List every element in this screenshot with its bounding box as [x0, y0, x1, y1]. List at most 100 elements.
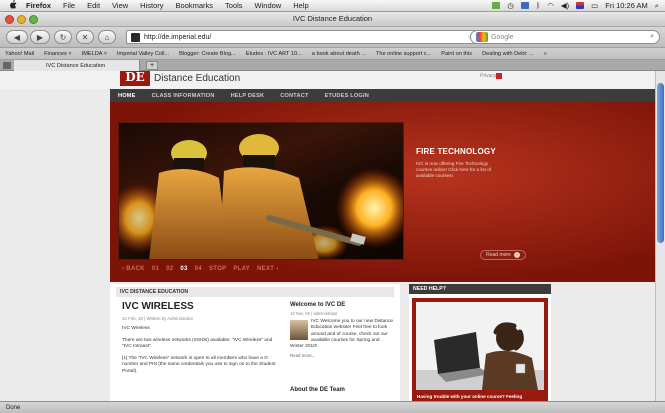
need-help-box[interactable]: Having trouble with your online course? …: [412, 298, 548, 401]
new-tab-button[interactable]: +: [146, 61, 158, 70]
slide-02-button[interactable]: 02: [166, 266, 173, 272]
welcome-thumbnail: [290, 320, 308, 340]
hero-slideshow: FIRE TECHNOLOGY IVC is now offering Fire…: [110, 102, 655, 282]
wifi-icon[interactable]: ◠: [547, 1, 554, 10]
slide-04-button[interactable]: 04: [195, 266, 202, 272]
site-logo[interactable]: DE: [120, 71, 150, 86]
status-bar: Done: [0, 401, 665, 413]
article-paragraph: IVC Wireless: [122, 326, 150, 331]
tab-label: IVC Distance Education: [46, 62, 106, 69]
nav-class-information[interactable]: CLASS INFORMATION: [152, 93, 215, 99]
navigation-toolbar: ◀ ▶ ↻ ✕ ⌂ http://de.imperial.edu/ ☆ ▾ Go…: [0, 27, 665, 48]
display-icon[interactable]: [520, 2, 529, 9]
url-text: http://de.imperial.edu/: [144, 33, 212, 41]
menu-app-firefox[interactable]: Firefox: [26, 1, 51, 10]
volume-icon[interactable]: ◀): [561, 1, 569, 10]
slide-play-button[interactable]: PLAY: [233, 266, 250, 272]
read-more-button[interactable]: Read more ›: [480, 250, 526, 260]
slide-stop-button[interactable]: STOP: [209, 266, 226, 272]
need-help-panel: NEED HELP? Having trouble with your onli…: [409, 284, 551, 401]
bookmark-item[interactable]: The online support c...: [376, 51, 431, 57]
menu-tools[interactable]: Tools: [225, 1, 243, 10]
bookmark-item[interactable]: Dealing with Debt: ...: [482, 51, 534, 57]
bookmark-folder[interactable]: Finances ˅: [44, 51, 72, 57]
menu-bookmarks[interactable]: Bookmarks: [176, 1, 214, 10]
stop-button[interactable]: ✕: [76, 30, 94, 44]
content-header: IVC DISTANCE EDUCATION: [116, 287, 394, 297]
battery-icon[interactable]: ▭: [591, 1, 598, 10]
welcome-title[interactable]: Welcome to IVC DE: [290, 302, 394, 308]
bookmark-item[interactable]: a book about death ...: [312, 51, 366, 57]
need-help-caption: Having trouble with your online course? …: [417, 394, 523, 399]
menu-file[interactable]: File: [63, 1, 75, 10]
welcome-post: Welcome to IVC DE 12 Nov, 09 | administr…: [290, 302, 394, 358]
menu-help[interactable]: Help: [293, 1, 308, 10]
forward-button[interactable]: ▶: [30, 30, 50, 44]
page-viewport: DE Distance Education Privacy HOME CLASS…: [0, 71, 655, 401]
url-bar[interactable]: http://de.imperial.edu/ ☆ ▾: [126, 30, 484, 44]
apple-menu-icon[interactable]: [6, 0, 20, 11]
menu-edit[interactable]: Edit: [87, 1, 100, 10]
input-flag-icon[interactable]: [576, 2, 585, 9]
slide-back-button[interactable]: ‹ BACK: [122, 266, 145, 272]
bluetooth-icon[interactable]: ᛒ: [536, 1, 541, 10]
bookmark-item[interactable]: Blogger: Create Blog...: [179, 51, 236, 57]
slide-03-button[interactable]: 03: [180, 266, 187, 272]
slide-next-button[interactable]: NEXT ›: [257, 266, 278, 272]
site-header: DE Distance Education Privacy: [0, 71, 655, 89]
home-button[interactable]: ⌂: [98, 30, 116, 44]
frustrated-student-photo[interactable]: [416, 302, 544, 390]
article-paragraph: [1] The "IVC Wireless" network is open t…: [122, 355, 276, 374]
bookmarks-overflow-icon[interactable]: »: [544, 51, 547, 57]
article-title[interactable]: IVC WIRELESS: [122, 301, 277, 312]
slide-01-button[interactable]: 01: [152, 266, 159, 272]
welcome-meta: 12 Nov, 09 | administrator: [290, 311, 338, 316]
bookmark-item[interactable]: Imperial Valley Coll...: [117, 51, 169, 57]
article-meta: 10 Feb, 10 | Written by Administrator: [122, 316, 194, 321]
firefighters-photo[interactable]: [118, 122, 404, 260]
site-logo-text: Distance Education: [154, 73, 241, 84]
bookmarks-toolbar: Yahoo! Mail Finances ˅ IMELDA ˅ Imperial…: [0, 48, 665, 60]
menubar-clock[interactable]: Fri 10:26 AM: [605, 1, 648, 10]
top-links: Privacy: [480, 73, 503, 79]
top-red-link[interactable]: [496, 73, 503, 79]
spotlight-icon[interactable]: ⌕: [655, 1, 659, 11]
search-placeholder: Google: [491, 33, 514, 41]
window-title: IVC Distance Education: [292, 14, 373, 23]
search-magnifier-icon[interactable]: ⌕: [650, 33, 654, 41]
search-bar[interactable]: Google ⌕: [470, 30, 660, 44]
nav-help-desk[interactable]: HELP DESK: [231, 93, 265, 99]
slide-navigation: ‹ BACK 01 02 03 04 STOP PLAY NEXT ›: [122, 266, 286, 272]
hero-description: IVC is now offering Fire Technology cour…: [416, 161, 492, 178]
hero-title[interactable]: FIRE TECHNOLOGY: [416, 147, 496, 156]
vertical-scrollbar[interactable]: [655, 71, 665, 401]
tab-list-icon[interactable]: [3, 62, 11, 69]
menu-window[interactable]: Window: [255, 1, 282, 10]
privacy-link[interactable]: Privacy: [480, 73, 496, 79]
tab-ivc-distance-education[interactable]: IVC Distance Education: [14, 60, 140, 71]
time-machine-icon[interactable]: ◷: [507, 1, 514, 10]
article-ivc-wireless: IVC WIRELESS 10 Feb, 10 | Written by Adm…: [122, 301, 277, 375]
about-team-title[interactable]: About the DE Team: [290, 387, 345, 393]
reload-button[interactable]: ↻: [54, 30, 72, 44]
nav-home[interactable]: HOME: [118, 93, 136, 99]
bookmark-folder[interactable]: IMELDA ˅: [82, 51, 107, 57]
back-button[interactable]: ◀: [6, 30, 28, 44]
bookmark-item[interactable]: Paint on this: [441, 51, 472, 57]
status-text: Done: [6, 404, 21, 411]
window-titlebar: IVC Distance Education: [0, 12, 665, 27]
nav-contact[interactable]: CONTACT: [280, 93, 308, 99]
read-more-label: Read more: [486, 252, 511, 258]
menu-history[interactable]: History: [140, 1, 163, 10]
site-nav: HOME CLASS INFORMATION HELP DESK CONTACT…: [110, 89, 655, 102]
bookmark-item[interactable]: Etudes : IVC ART 10...: [246, 51, 302, 57]
status-app-icon[interactable]: [492, 2, 501, 9]
nav-etudes-login[interactable]: ETUDES LOGIN: [325, 93, 369, 99]
site-favicon-icon: [131, 32, 140, 42]
search-engine-icon[interactable]: [476, 32, 488, 42]
welcome-read-more-link[interactable]: Read more...: [290, 353, 394, 358]
bookmark-item[interactable]: Yahoo! Mail: [5, 51, 34, 57]
need-help-header: NEED HELP?: [409, 284, 551, 294]
scrollbar-thumb[interactable]: [657, 83, 664, 243]
menu-view[interactable]: View: [112, 1, 128, 10]
